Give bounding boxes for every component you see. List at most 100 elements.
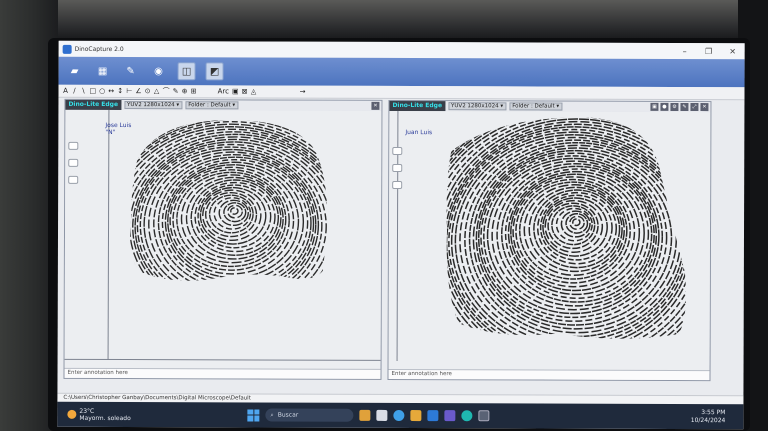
center-circle-tool[interactable]: ⊙ bbox=[145, 87, 151, 95]
taskbar: 23°C Mayorm. soleado ⌕ Buscar 3:55 PM 10… bbox=[57, 401, 744, 430]
task-view-icon[interactable] bbox=[376, 409, 388, 421]
sun-icon bbox=[67, 409, 77, 419]
right-folder-select[interactable]: Folder : Default ▾ bbox=[509, 102, 563, 111]
pointer-tool[interactable]: → bbox=[300, 88, 306, 96]
right-annotation-input[interactable]: Enter annotation here bbox=[388, 368, 710, 381]
left-side-tools bbox=[68, 141, 79, 184]
left-camera-pane: Dino-Lite Edge YUV2 1280x1024 ▾ Folder :… bbox=[63, 98, 383, 380]
frame-tool[interactable]: ▣ bbox=[232, 87, 239, 95]
fingerprint-ridge bbox=[230, 207, 239, 215]
fingerprint-ridge bbox=[518, 181, 628, 280]
clock-date: 10/24/2024 bbox=[690, 416, 726, 424]
arc-tool[interactable]: ⌒ bbox=[163, 86, 170, 96]
left-name-label: Jose Luis "N" bbox=[105, 122, 131, 136]
weather-condition-text: Mayorm. soleado bbox=[79, 414, 131, 422]
line-tool-2[interactable]: \ bbox=[80, 87, 86, 95]
right-grid-icon[interactable] bbox=[392, 180, 403, 190]
fingerprint-ridge bbox=[180, 174, 284, 264]
taskbar-search[interactable]: ⌕ Buscar bbox=[265, 408, 354, 422]
arc-label-tool[interactable]: Arc bbox=[218, 87, 229, 95]
app-icon bbox=[62, 44, 72, 54]
edge-browser-icon[interactable] bbox=[393, 409, 405, 422]
folder-icon[interactable]: ▰ bbox=[66, 62, 84, 80]
fingerprint-ridge bbox=[204, 191, 258, 238]
color-tool[interactable]: ◬ bbox=[251, 87, 257, 95]
clear-tool[interactable]: ⊠ bbox=[242, 87, 248, 95]
windows-start-icon[interactable] bbox=[247, 408, 260, 422]
left-close-icon[interactable]: ✕ bbox=[371, 101, 380, 110]
window-controls: – ❐ ✕ bbox=[673, 46, 745, 55]
app-icon-teal[interactable] bbox=[461, 410, 473, 422]
fingerprint-ridge bbox=[569, 215, 585, 231]
left-name-line2: "N" bbox=[105, 128, 116, 137]
gallery-icon[interactable]: ▦ bbox=[94, 62, 112, 80]
tools-icon[interactable]: ✎ bbox=[122, 62, 140, 80]
right-layout-icon[interactable] bbox=[392, 163, 403, 173]
right-side-tools bbox=[392, 146, 403, 190]
left-image-view[interactable]: Jose Luis "N" bbox=[64, 109, 382, 369]
fingerprint-ridge bbox=[176, 171, 287, 268]
annotation-toolbar: A / \ □ ○ ↔ ↕ ⊢ ∠ ⊙ △ ⌒ ✎ ⊕ ⊞ Arc ▣ ⊠ ◬ … bbox=[58, 84, 745, 101]
right-fullscreen-icon[interactable]: ⤢ bbox=[690, 103, 699, 112]
fingerprint-ridge bbox=[197, 184, 272, 249]
right-record-icon[interactable]: ● bbox=[660, 102, 669, 111]
grid-tool[interactable]: ⊞ bbox=[191, 87, 197, 95]
screen: DinoCapture 2.0 – ❐ ✕ ▰ ▦ ✎ ◉ ◫ ◩ A / \ … bbox=[57, 40, 745, 430]
fingerprint-ridge bbox=[129, 136, 328, 282]
crosshair-tool[interactable]: ⊕ bbox=[182, 87, 188, 95]
live-view-icon[interactable]: ◫ bbox=[177, 62, 196, 81]
file-explorer-icon[interactable] bbox=[410, 410, 422, 422]
line-tool[interactable]: / bbox=[71, 87, 77, 95]
left-folder-select[interactable]: Folder : Default ▾ bbox=[185, 101, 239, 110]
clock-time: 3:55 PM bbox=[701, 408, 726, 416]
right-image-view[interactable]: Juan Luis bbox=[388, 110, 711, 371]
circle-tool[interactable]: ○ bbox=[99, 87, 105, 95]
right-name-label: Juan Luis bbox=[405, 129, 432, 136]
right-measure-icon[interactable]: ✎ bbox=[680, 102, 689, 112]
freehand-tool[interactable]: ✎ bbox=[173, 87, 179, 95]
fingerprint-ridge bbox=[202, 189, 262, 241]
right-fingerprint-image bbox=[446, 117, 687, 339]
left-capture-icon[interactable] bbox=[68, 141, 79, 150]
minimize-icon[interactable]: – bbox=[673, 46, 697, 55]
right-close-icon[interactable]: ✕ bbox=[700, 103, 709, 112]
triangle-tool[interactable]: △ bbox=[154, 87, 160, 95]
right-camera-pane: Dino-Lite Edge YUV2 1280x1024 ▾ Folder :… bbox=[387, 99, 712, 382]
left-annotation-input[interactable]: Enter annotation here bbox=[64, 367, 381, 379]
rect-tool[interactable]: □ bbox=[89, 87, 96, 95]
maximize-icon[interactable]: ❐ bbox=[697, 47, 721, 56]
fingerprint-ridge bbox=[572, 218, 581, 227]
left-resolution-select[interactable]: YUV2 1280x1024 ▾ bbox=[124, 101, 183, 110]
right-capture-icon[interactable] bbox=[392, 146, 403, 156]
right-brand-label: Dino-Lite Edge bbox=[389, 100, 446, 112]
search-icon: ⌕ bbox=[270, 411, 274, 419]
system-clock[interactable]: 3:55 PM 10/24/2024 bbox=[691, 409, 726, 425]
compare-icon[interactable]: ◩ bbox=[205, 62, 224, 81]
angle-tool[interactable]: ∠ bbox=[135, 87, 141, 95]
left-grid-icon[interactable] bbox=[68, 175, 79, 184]
right-snapshot-icon[interactable]: ▣ bbox=[650, 102, 659, 111]
fingerprint-ridge bbox=[544, 199, 604, 253]
fingerprint-ridge bbox=[477, 149, 673, 326]
close-icon[interactable]: ✕ bbox=[721, 47, 745, 56]
media-player-icon[interactable] bbox=[444, 410, 456, 422]
fingerprint-ridge bbox=[134, 141, 328, 282]
fingerprint-ridge bbox=[539, 194, 613, 261]
left-brand-label: Dino-Lite Edge bbox=[65, 99, 122, 111]
weather-widget[interactable]: 23°C Mayorm. soleado bbox=[67, 407, 177, 422]
parallel-tool[interactable]: ⊢ bbox=[126, 87, 132, 95]
search-label: Buscar bbox=[277, 411, 299, 419]
widget-icon[interactable] bbox=[359, 409, 371, 421]
background-wall bbox=[0, 0, 768, 40]
left-layout-icon[interactable] bbox=[68, 158, 79, 167]
v-measure-tool[interactable]: ↕ bbox=[117, 87, 123, 95]
text-tool[interactable]: A bbox=[62, 87, 68, 95]
dinocapture-taskbar-icon[interactable] bbox=[478, 410, 490, 422]
taskbar-apps: ⌕ Buscar bbox=[247, 408, 490, 422]
info-icon[interactable]: ◉ bbox=[150, 62, 168, 80]
right-resolution-select[interactable]: YUV2 1280x1024 ▾ bbox=[448, 102, 507, 111]
h-measure-tool[interactable]: ↔ bbox=[108, 87, 114, 95]
fingerprint-ridge bbox=[472, 144, 682, 334]
mail-icon[interactable] bbox=[427, 410, 439, 422]
right-settings-icon[interactable]: ⚙ bbox=[670, 102, 679, 111]
